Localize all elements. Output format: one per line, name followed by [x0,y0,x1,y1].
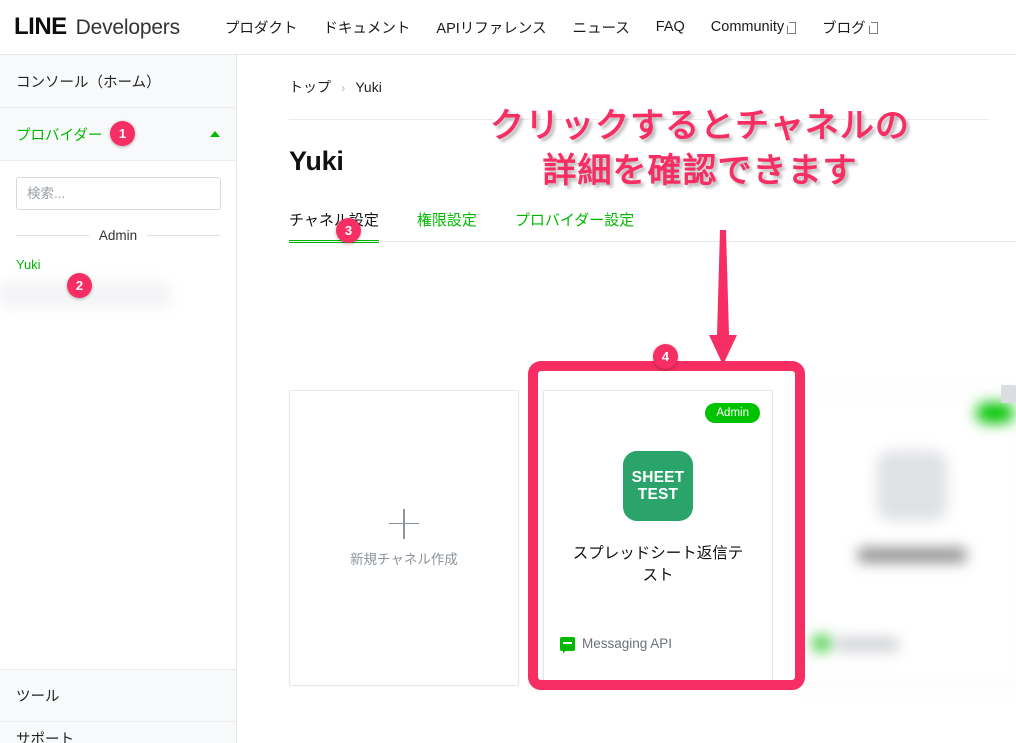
annotation-badge-3: 3 [336,218,361,243]
tab-bar-divider [289,241,1016,242]
nav-label: ブログ [822,20,866,37]
breadcrumb-divider [289,119,989,120]
channel-avatar-line1: SHEET [631,468,685,486]
breadcrumb: トップ › Yuki [237,55,1016,97]
provider-name: Yuki [16,257,41,272]
status-badge-admin [976,403,1014,424]
nav-item-documents[interactable]: ドキュメント [310,17,423,38]
external-link-icon [868,21,878,34]
channel-card-inner: ▆▆▆▆▆▆▆▆▆ ▆▆▆▆▆▆ [798,391,1016,685]
breadcrumb-root[interactable]: トップ [289,77,331,97]
channel-avatar-line2: TEST [637,486,679,503]
divider-line-right [147,235,221,236]
channel-name: ▆▆▆▆▆▆▆▆▆ [858,545,966,562]
nav-item-api-reference[interactable]: APIリファレンス [423,17,559,38]
page-title: Yuki [289,146,344,176]
channel-card-sheet-test[interactable]: Admin SHEET TEST スプレッドシート返信テスト Messaging… [543,390,773,686]
messaging-api-icon [814,636,829,650]
channel-card-inner: Admin SHEET TEST スプレッドシート返信テスト Messaging… [544,391,772,685]
channel-type-label: Messaging API [582,636,673,651]
main-content: トップ › Yuki Yuki チャネル設定 権限設定 プロバイダー設定 新規チ… [237,55,1016,743]
nav-item-products[interactable]: プロダクト [212,17,311,38]
sidebar-item-label: サポート [16,732,74,743]
logo-developers-text: Developers [75,16,180,39]
external-link-icon [787,21,797,34]
channel-name: スプレッドシート返信テスト [572,545,744,585]
site-header: LINE Developers プロダクト ドキュメント APIリファレンス ニ… [0,0,1016,55]
sidebar-bottom-group: ツール サポート [0,669,236,743]
channel-avatar [877,451,947,521]
nav-item-blog[interactable]: ブログ [809,17,891,38]
logo-line-developers[interactable]: LINE Developers [14,13,180,41]
breadcrumb-current: Yuki [355,79,382,95]
sidebar-section-label: プロバイダー [16,127,103,144]
plus-icon [389,508,419,539]
divider-line-left [16,235,89,236]
annotation-badge-2: 2 [67,273,92,298]
nav-item-faq[interactable]: FAQ [643,19,698,35]
channel-avatar: SHEET TEST [623,451,693,521]
tab-label: 権限設定 [416,212,477,229]
sidebar-item-label: ツール [16,689,60,705]
nav-label: APIリファレンス [436,20,547,37]
status-badge-admin: Admin [705,403,760,424]
sidebar-item-console-home[interactable]: コンソール（ホーム） [0,55,236,108]
tab-provider-settings[interactable]: プロバイダー設定 [515,209,634,241]
channel-type: ▆▆▆▆▆▆ [814,635,898,651]
nav-item-community[interactable]: Community [698,19,809,35]
annotation-badge-1: 1 [110,121,135,146]
nav-label: ドキュメント [323,20,411,37]
breadcrumb-separator-icon: › [341,79,346,95]
sidebar-provider-yuki[interactable]: Yuki [0,243,236,272]
search-input[interactable] [16,177,221,210]
tab-label: チャネル設定 [289,212,379,229]
create-new-channel-card[interactable]: 新規チャネル作成 [289,390,519,686]
nav-label: ニュース [572,20,630,37]
sidebar: コンソール（ホーム） プロバイダー Admin Yuki ツール サポート [0,55,237,743]
sidebar-item-tools[interactable]: ツール [0,669,236,721]
nav-item-news[interactable]: ニュース [560,17,643,38]
channel-card-grid: 新規チャネル作成 Admin SHEET TEST スプレッドシート返信テスト … [289,390,1016,686]
provider-group-label: Admin [98,228,138,243]
provider-search-wrap [0,161,236,210]
nav-label: FAQ [655,19,685,35]
tab-channel-settings[interactable]: チャネル設定 [289,209,379,243]
app-window: LINE Developers プロダクト ドキュメント APIリファレンス ニ… [0,0,1016,743]
annotation-badge-4: 4 [653,344,678,369]
tab-label: プロバイダー設定 [514,212,635,229]
nav-label: Community [710,19,785,35]
logo-line-text: LINE [14,13,67,40]
messaging-api-icon [560,636,575,651]
channel-type-label: ▆▆▆▆▆▆ [836,635,899,650]
global-nav: プロダクト ドキュメント APIリファレンス ニュース FAQ Communit… [212,17,891,38]
scrollbar-thumb[interactable] [1001,385,1016,403]
tab-bar: チャネル設定 権限設定 プロバイダー設定 [289,209,1016,243]
sidebar-item-support[interactable]: サポート [0,721,236,743]
channel-type: Messaging API [560,636,672,651]
provider-group-divider: Admin [16,228,221,243]
sidebar-item-label: コンソール（ホーム） [16,74,161,91]
create-new-channel-label: 新規チャネル作成 [350,551,458,567]
chevron-up-icon[interactable] [210,131,220,137]
channel-card-hidden[interactable]: ▆▆▆▆▆▆▆▆▆ ▆▆▆▆▆▆ [797,390,1016,686]
tab-permission-settings[interactable]: 権限設定 [417,209,477,241]
nav-label: プロダクト [224,20,298,37]
